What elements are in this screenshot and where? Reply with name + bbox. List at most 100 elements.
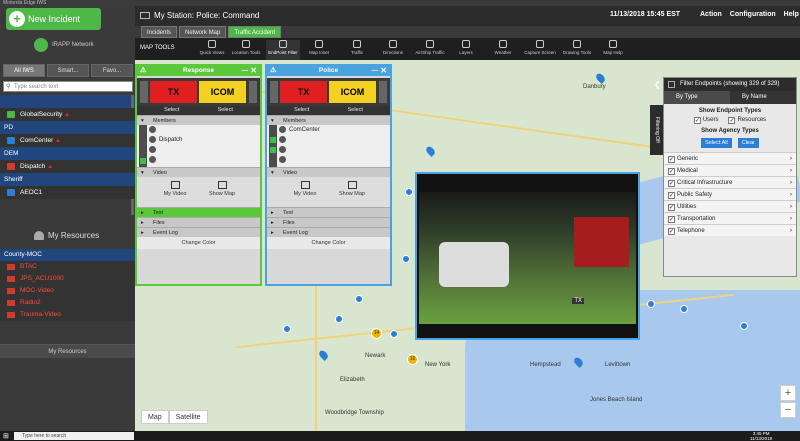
list-item[interactable]: AEOC1 [0, 186, 135, 199]
member-row[interactable] [137, 125, 260, 135]
files-section[interactable]: Files [267, 217, 390, 228]
drawing-tools-tool[interactable]: Drawing Tools [560, 40, 594, 55]
tab-network-map[interactable]: Network Map [179, 26, 227, 38]
map-cluster[interactable] [402, 255, 410, 263]
windows-start-icon[interactable]: ⊞ [3, 432, 11, 440]
speaker-icon[interactable] [249, 81, 257, 103]
list-group[interactable]: Sheriff [0, 173, 135, 186]
filtering-off-tab[interactable]: Filtering Off [650, 105, 663, 155]
resources-checkbox[interactable]: ✓ Resources [728, 117, 766, 124]
tab-favorites[interactable]: Favo... [91, 64, 133, 77]
agency-row[interactable]: ✓ Transportation › [664, 212, 796, 224]
resource-group[interactable]: County-MOC [0, 249, 135, 261]
map-pin-icon[interactable] [424, 144, 437, 158]
text-section[interactable]: Text [267, 207, 390, 218]
speaker-icon[interactable] [270, 81, 278, 103]
agency-row[interactable]: ✓ Generic › [664, 152, 796, 164]
text-section[interactable]: Text [137, 207, 260, 218]
resource-item[interactable]: JPS_ACU1000 [0, 273, 135, 285]
tx-button[interactable]: TX [280, 81, 327, 103]
members-section[interactable]: Members [267, 115, 390, 126]
map-pin-icon[interactable] [594, 71, 607, 85]
zoom-out-button[interactable]: − [780, 402, 796, 418]
change-color-button[interactable]: Change Color [267, 237, 390, 249]
event-log-section[interactable]: Event Log [267, 227, 390, 238]
map-cluster-large[interactable]: 14 [371, 328, 382, 339]
clear-button[interactable]: Clear [737, 138, 759, 148]
member-row[interactable] [137, 145, 260, 155]
agency-row[interactable]: ✓ Telephone › [664, 224, 796, 236]
tab-by-type[interactable]: By Type [664, 91, 730, 104]
map-cluster[interactable] [647, 300, 655, 308]
panel-header[interactable]: ⚠ Police — ✕ [267, 66, 390, 76]
list-group[interactable]: DEM [0, 147, 135, 160]
close-icon[interactable]: ✕ [250, 66, 257, 76]
users-checkbox[interactable]: ✓ Users [693, 117, 718, 124]
resource-item[interactable]: Trauma-Video [0, 309, 135, 321]
select-all-button[interactable]: Select All [701, 138, 732, 148]
member-row[interactable] [267, 155, 390, 165]
list-item[interactable]: GlobalSecurity ▲ [0, 108, 135, 121]
map-help-tool[interactable]: Map Help [596, 40, 630, 55]
agency-row[interactable]: ✓ Public Safety › [664, 188, 796, 200]
map-cluster[interactable] [355, 295, 363, 303]
close-icon[interactable]: ✕ [380, 66, 387, 76]
my-video-button[interactable]: My Video [155, 181, 195, 197]
chevron-left-icon[interactable]: ❮ [654, 80, 661, 89]
icom-button[interactable]: ICOM [329, 81, 376, 103]
layers-tool[interactable]: Layers [449, 40, 483, 55]
menu-action[interactable]: Action [700, 11, 722, 18]
list-group[interactable]: PD [0, 121, 135, 134]
select-tx-button[interactable]: Select [164, 106, 179, 115]
list-item[interactable]: ComCenter ▲ [0, 134, 135, 147]
traffic-tool[interactable]: Traffic [340, 40, 374, 55]
minimize-icon[interactable]: — [242, 66, 249, 76]
speaker-icon[interactable] [140, 81, 148, 103]
members-section[interactable]: Members [137, 115, 260, 126]
left-search-input[interactable]: ⚲ Type search text [3, 81, 133, 92]
tab-by-name[interactable]: By Name [730, 91, 796, 104]
new-incident-button[interactable]: + New Incident [6, 8, 101, 30]
my-resources-button[interactable]: My Resources [0, 344, 135, 358]
tab-smart[interactable]: Smart... [47, 64, 89, 77]
tx-button[interactable]: TX [150, 81, 197, 103]
map-cluster[interactable] [335, 315, 343, 323]
satellite-button[interactable]: Satellite [168, 410, 208, 424]
change-color-button[interactable]: Change Color [137, 237, 260, 249]
map-cluster[interactable] [283, 325, 291, 333]
member-row[interactable]: ComCenter [267, 125, 390, 135]
endpoint-filter-tool[interactable]: EndPoint Filter [266, 40, 300, 60]
show-map-button[interactable]: Show Map [202, 181, 242, 197]
list-group[interactable] [0, 95, 135, 215]
menu-configuration[interactable]: Configuration [730, 11, 776, 18]
video-popup[interactable]: TX [415, 172, 640, 340]
video-section[interactable]: Video [137, 167, 260, 178]
directions-tool[interactable]: Directions [376, 40, 410, 55]
minimize-icon[interactable]: — [372, 66, 379, 76]
tab-all-iws[interactable]: All IWS [3, 64, 45, 77]
agency-row[interactable]: ✓ Utilities › [664, 200, 796, 212]
quick-views-tool[interactable]: Quick Views [195, 40, 229, 55]
map-cluster[interactable] [405, 188, 413, 196]
resource-item[interactable]: MOC-Video [0, 285, 135, 297]
show-map-button[interactable]: Show Map [332, 181, 372, 197]
menu-help[interactable]: Help [784, 11, 799, 18]
member-row[interactable] [267, 145, 390, 155]
select-tx-button[interactable]: Select [294, 106, 309, 115]
map-button[interactable]: Map [141, 410, 169, 424]
map-cluster[interactable] [390, 330, 398, 338]
weather-tool[interactable]: Weather [486, 40, 520, 55]
my-video-button[interactable]: My Video [285, 181, 325, 197]
event-log-section[interactable]: Event Log [137, 227, 260, 238]
video-header[interactable] [417, 174, 638, 180]
location-tools-tool[interactable]: Location Tools [229, 40, 263, 55]
map-cluster-large[interactable]: 16 [407, 354, 418, 365]
select-icom-button[interactable]: Select [218, 106, 233, 115]
map-inset-tool[interactable]: Map Inset [302, 40, 336, 55]
agency-row[interactable]: ✓ Medical › [664, 164, 796, 176]
member-row[interactable]: Dispatch [137, 135, 260, 145]
map-cluster[interactable] [740, 322, 748, 330]
agency-row[interactable]: ✓ Critical Infrastructure › [664, 176, 796, 188]
tab-incidents[interactable]: Incidents [141, 26, 178, 38]
video-section[interactable]: Video [267, 167, 390, 178]
